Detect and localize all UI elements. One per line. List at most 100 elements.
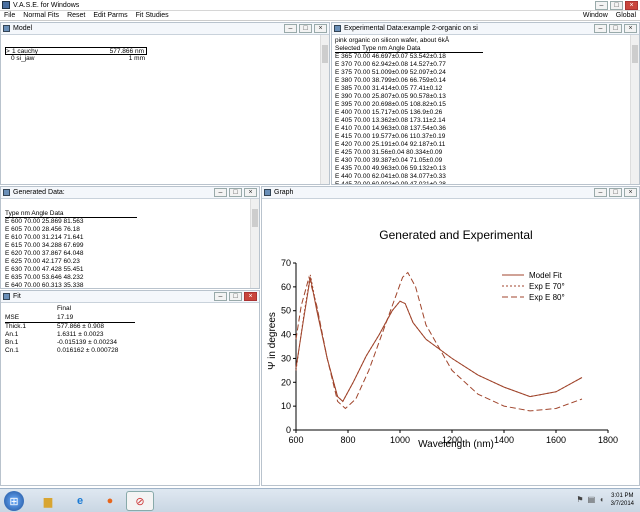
fit-final-header: Final xyxy=(57,305,72,312)
maximize-button[interactable]: □ xyxy=(229,188,242,197)
experimental-row[interactable]: E 410 70.00 14.963±0.08 137.54±0.36 xyxy=(335,125,627,133)
maximize-button[interactable]: □ xyxy=(609,188,622,197)
generated-row[interactable]: E 615 70.00 34.288 67.699 xyxy=(5,242,245,250)
experimental-row[interactable]: E 420 70.00 25.191±0.04 92.187±0.11 xyxy=(335,141,627,149)
clock-date: 3/7/2014 xyxy=(610,501,634,507)
fit-param-name: Cn.1 xyxy=(5,347,19,354)
fit-param-row[interactable]: Bn.1 -0.015139 ± 0.00234 xyxy=(5,339,135,347)
psi-chart: Generated and Experimental Wavelength (n… xyxy=(267,228,618,450)
experimental-row[interactable]: E 390 70.00 25.807±0.05 90.578±0.13 xyxy=(335,93,627,101)
minimize-button[interactable]: – xyxy=(214,292,227,301)
firefox-icon[interactable]: ● xyxy=(96,491,124,511)
folder-icon[interactable]: ▆ xyxy=(34,491,62,511)
menu-edit-parms[interactable]: Edit Parms xyxy=(93,12,127,19)
fit-panel-title: Fit xyxy=(13,293,21,300)
internet-explorer-icon[interactable]: e xyxy=(66,491,94,511)
generated-header: Type nm Angle Data xyxy=(5,210,137,218)
experimental-row[interactable]: E 370 70.00 62.942±0.08 14.527±0.77 xyxy=(335,61,627,69)
experimental-row[interactable]: E 435 70.00 49.963±0.06 59.132±0.13 xyxy=(335,165,627,173)
generated-row[interactable]: E 605 70.00 28.456 76.18 xyxy=(5,226,245,234)
experimental-row[interactable]: E 380 70.00 38.799±0.06 66.759±0.14 xyxy=(335,77,627,85)
model-panel-title: Model xyxy=(13,25,33,32)
model-scrollbar[interactable] xyxy=(320,35,329,184)
window-icon xyxy=(334,25,341,32)
experimental-row[interactable]: E 405 70.00 13.362±0.08 173.11±2.14 xyxy=(335,117,627,125)
flag-icon[interactable]: ⚑ xyxy=(576,495,583,504)
minimize-button[interactable]: – xyxy=(594,188,607,197)
experimental-scrollbar[interactable] xyxy=(630,35,639,184)
experimental-row[interactable]: E 395 70.00 20.698±0.05 108.82±0.15 xyxy=(335,101,627,109)
experimental-row[interactable]: E 385 70.00 31.414±0.05 77.41±0.12 xyxy=(335,85,627,93)
vase-app-icon[interactable]: ⊘ xyxy=(126,491,154,511)
fit-param-row[interactable]: Cn.1 0.016162 ± 0.000728 xyxy=(5,347,135,355)
maximize-button[interactable]: □ xyxy=(609,24,622,33)
close-button[interactable]: × xyxy=(244,188,257,197)
minimize-button[interactable]: – xyxy=(594,24,607,33)
mse-row: MSE 17.19 xyxy=(5,313,135,323)
taskbar: ⊞ ▆ e ● ⊘ ⚑ ▤ ◖ 3:01 PM 3/7/2014 xyxy=(0,488,640,512)
close-button[interactable]: × xyxy=(314,24,327,33)
fit-param-value: 1.6311 ± 0.0023 xyxy=(57,331,104,338)
minimize-button[interactable]: – xyxy=(214,188,227,197)
maximize-button[interactable]: □ xyxy=(229,292,242,301)
close-button[interactable]: × xyxy=(624,188,637,197)
fit-param-row[interactable]: Thick.1 577.866 ± 0.908 xyxy=(5,323,135,331)
menu-global[interactable]: Global xyxy=(616,12,636,19)
maximize-button[interactable]: □ xyxy=(610,1,623,10)
mse-value: 17.19 xyxy=(57,314,74,321)
menu-reset[interactable]: Reset xyxy=(67,12,85,19)
experimental-row[interactable]: E 400 70.00 15.717±0.05 136.9±0.26 xyxy=(335,109,627,117)
maximize-button[interactable]: □ xyxy=(299,24,312,33)
legend-label: Model Fit xyxy=(529,271,563,280)
chart-title: Generated and Experimental xyxy=(379,228,532,242)
fit-param-name: Thick.1 xyxy=(5,323,26,330)
experimental-row[interactable]: E 430 70.00 39.387±0.04 71.05±0.09 xyxy=(335,157,627,165)
graph-panel-titlebar: Graph – □ × xyxy=(262,187,639,199)
x-tick-label: 800 xyxy=(340,435,355,445)
experimental-header: Selected Type nm Angle Data xyxy=(335,45,483,53)
fit-param-name: Bn.1 xyxy=(5,339,19,346)
layer-row[interactable]: 0 si_jaw 1 mm xyxy=(5,55,147,63)
clock[interactable]: 3:01 PM 3/7/2014 xyxy=(611,492,634,508)
generated-row[interactable]: E 640 70.00 60.313 35.338 xyxy=(5,282,245,288)
layer-row[interactable]: > 1 cauchy 577.866 nm xyxy=(5,47,147,55)
experimental-row[interactable]: E 375 70.00 51.009±0.09 52.097±0.24 xyxy=(335,69,627,77)
volume-icon[interactable]: ◖ xyxy=(599,495,604,504)
menu-normal-fits[interactable]: Normal Fits xyxy=(23,12,59,19)
experimental-row[interactable]: E 440 70.00 62.041±0.08 34.077±0.33 xyxy=(335,173,627,181)
chart-ylabel: Ψ in degrees xyxy=(267,312,278,370)
app-icon xyxy=(2,1,10,9)
window-icon xyxy=(3,25,10,32)
generated-row[interactable]: E 630 70.00 47.428 55.451 xyxy=(5,266,245,274)
start-button[interactable]: ⊞ xyxy=(4,491,24,511)
generated-scrollbar[interactable] xyxy=(250,199,259,288)
x-tick-label: 600 xyxy=(288,435,303,445)
menu-fit-studies[interactable]: Fit Studies xyxy=(136,12,169,19)
network-icon[interactable]: ▤ xyxy=(588,495,596,504)
minimize-button[interactable]: – xyxy=(284,24,297,33)
experimental-row[interactable]: E 425 70.00 31.56±0.04 80.334±0.09 xyxy=(335,149,627,157)
menu-bar: File Normal Fits Reset Edit Parms Fit St… xyxy=(0,11,640,21)
close-button[interactable]: × xyxy=(625,1,638,10)
menu-window[interactable]: Window xyxy=(583,12,608,19)
y-tick-label: 20 xyxy=(281,377,291,387)
menu-file[interactable]: File xyxy=(4,12,15,19)
generated-row[interactable]: E 610 70.00 31.214 71.641 xyxy=(5,234,245,242)
fit-param-value: -0.015139 ± 0.00234 xyxy=(57,339,117,346)
fit-param-row[interactable]: An.1 1.6311 ± 0.0023 xyxy=(5,331,135,339)
generated-data-panel: Generated Data: – □ × Type nm Angle Data… xyxy=(0,186,260,289)
fit-param-value: 0.016162 ± 0.000728 xyxy=(57,347,119,354)
minimize-button[interactable]: – xyxy=(595,1,608,10)
mse-label: MSE xyxy=(5,314,20,321)
generated-row[interactable]: E 625 70.00 42.177 60.23 xyxy=(5,258,245,266)
app-title-bar: V.A.S.E. for Windows – □ × xyxy=(0,0,640,11)
generated-row[interactable]: E 620 70.00 37.867 64.048 xyxy=(5,250,245,258)
graph-panel-title: Graph xyxy=(274,189,294,196)
experimental-row[interactable]: E 415 70.00 19.577±0.06 110.37±0.19 xyxy=(335,133,627,141)
close-button[interactable]: × xyxy=(624,24,637,33)
experimental-row[interactable]: E 365 70.00 46.697±0.07 53.542±0.18 xyxy=(335,53,627,61)
close-button[interactable]: × xyxy=(244,292,257,301)
generated-row[interactable]: E 635 70.00 53.646 48.232 xyxy=(5,274,245,282)
experimental-row[interactable]: E 445 70.00 60.902±0.09 47.021±0.28 xyxy=(335,181,627,184)
generated-row[interactable]: E 600 70.00 25.869 81.563 xyxy=(5,218,245,226)
